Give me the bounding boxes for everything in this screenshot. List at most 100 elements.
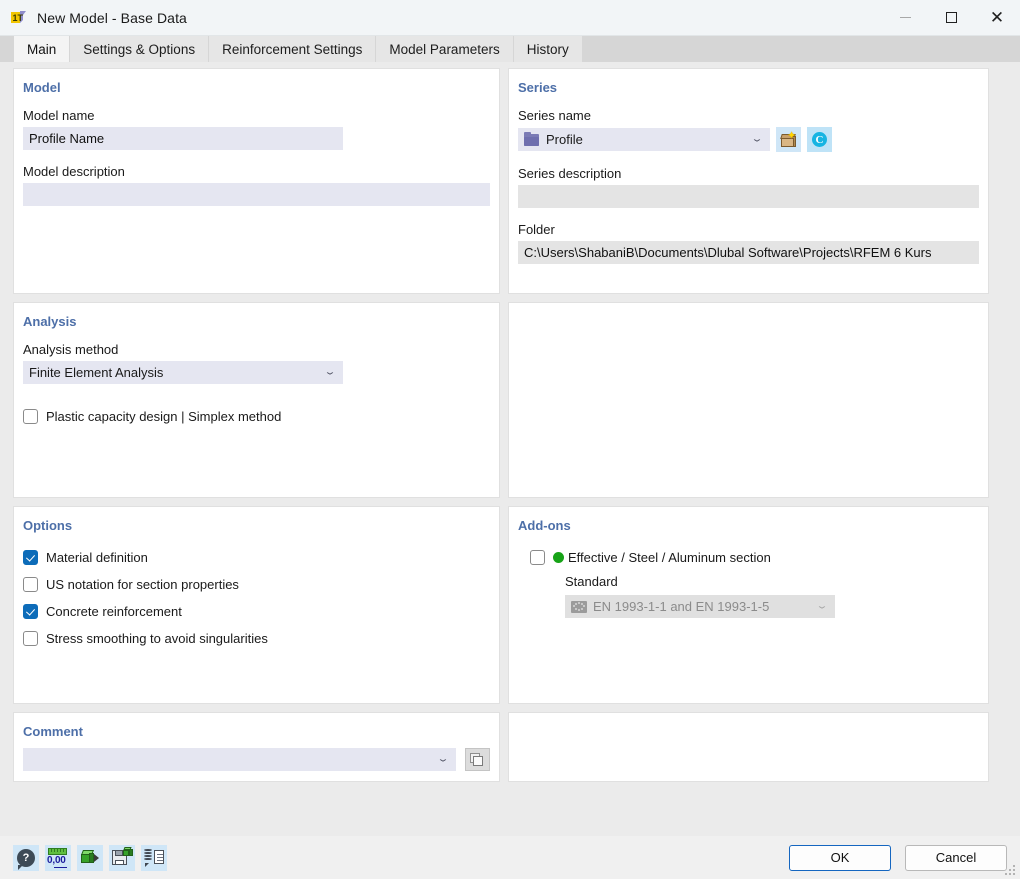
plastic-capacity-checkbox[interactable]: [23, 409, 38, 424]
series-panel: Series Series name Profile ⌄ ✦: [508, 68, 989, 294]
comment-copy-button[interactable]: [465, 748, 490, 771]
option-material-definition-row[interactable]: Material definition: [23, 546, 490, 568]
analysis-method-value: Finite Element Analysis: [29, 365, 163, 380]
analysis-panel: Analysis Analysis method Finite Element …: [13, 302, 500, 498]
options-panel: Options Material definition US notation …: [13, 506, 500, 704]
spacer: [518, 152, 979, 166]
dialog-buttons: OK Cancel: [789, 845, 1007, 871]
addon-effective-section-checkbox[interactable]: [530, 550, 545, 565]
svg-text:1T: 1T: [13, 13, 24, 23]
dialog-window: 1T New Model - Base Data ✕ Main Settings…: [0, 0, 1020, 879]
history-doc-icon: [144, 848, 164, 867]
empty-panel: [508, 302, 989, 498]
copy-stack-icon: [470, 753, 485, 767]
series-name-row: Profile ⌄ ✦ C: [518, 127, 979, 152]
tab-reinforcement-settings[interactable]: Reinforcement Settings: [209, 36, 376, 62]
comment-panel: Comment ⌄: [13, 712, 500, 782]
addon-effective-section-row[interactable]: Effective / Steel / Aluminum section: [518, 546, 979, 568]
minimize-icon[interactable]: [882, 0, 928, 36]
option-stress-smoothing-row[interactable]: Stress smoothing to avoid singularities: [23, 627, 490, 649]
ok-button[interactable]: OK: [789, 845, 891, 871]
model-panel: Model Model name Profile Name Model desc…: [13, 68, 500, 294]
folder-value: C:\Users\ShabaniB\Documents\Dlubal Softw…: [524, 245, 932, 260]
tab-history[interactable]: History: [514, 36, 583, 62]
model-description-label: Model description: [23, 164, 490, 179]
chevron-down-icon: ⌄: [436, 755, 454, 764]
resize-grip[interactable]: [1005, 865, 1017, 877]
series-description-input[interactable]: [518, 185, 979, 208]
box-star-icon: ✦: [780, 132, 797, 148]
addon-effective-section-label: Effective / Steel / Aluminum section: [568, 550, 771, 565]
help-button[interactable]: ?: [13, 845, 39, 871]
tab-model-parameters[interactable]: Model Parameters: [376, 36, 513, 62]
dlubal-1t-icon: 1T: [10, 9, 28, 27]
units-button[interactable]: 0,00: [45, 845, 71, 871]
option-material-definition-checkbox[interactable]: [23, 550, 38, 565]
series-name-select[interactable]: Profile ⌄: [518, 128, 770, 151]
addons-panel-title: Add-ons: [518, 518, 979, 533]
standard-value: EN 1993-1-1 and EN 1993-1-5: [593, 599, 769, 614]
option-concrete-reinforcement-checkbox[interactable]: [23, 604, 38, 619]
window-title: New Model - Base Data: [37, 10, 187, 26]
comment-input[interactable]: ⌄: [23, 748, 456, 771]
folder-icon: [524, 134, 539, 146]
comment-row: ⌄: [23, 748, 490, 771]
option-us-notation-row[interactable]: US notation for section properties: [23, 573, 490, 595]
addons-panel: Add-ons Effective / Steel / Aluminum sec…: [508, 506, 989, 704]
chevron-down-icon: ⌄: [323, 368, 341, 377]
model-name-value: Profile Name: [29, 131, 104, 146]
green-cube-badge-icon: [123, 847, 135, 858]
plastic-capacity-label: Plastic capacity design | Simplex method: [46, 409, 281, 424]
save-defaults-button[interactable]: [109, 845, 135, 871]
toolbar: ? 0,00: [13, 845, 167, 871]
tab-label: Settings & Options: [83, 42, 195, 57]
export-model-button[interactable]: [77, 845, 103, 871]
tab-strip: Main Settings & Options Reinforcement Se…: [0, 36, 1020, 62]
folder-label: Folder: [518, 222, 979, 237]
maximize-icon[interactable]: [928, 0, 974, 36]
dialog-content: Model Model name Profile Name Model desc…: [0, 62, 1020, 836]
model-name-input[interactable]: Profile Name: [23, 127, 343, 150]
title-bar: 1T New Model - Base Data ✕: [0, 0, 1020, 36]
model-name-label: Model name: [23, 108, 490, 123]
options-panel-title: Options: [23, 518, 490, 533]
option-stress-smoothing-checkbox[interactable]: [23, 631, 38, 646]
standard-label: Standard: [518, 574, 979, 589]
option-label: Material definition: [46, 550, 148, 565]
spacer: [518, 208, 979, 222]
series-panel-title: Series: [518, 80, 979, 95]
bottom-bar: ? 0,00: [0, 836, 1020, 879]
series-name-label: Series name: [518, 108, 979, 123]
plastic-capacity-checkbox-row[interactable]: Plastic capacity design | Simplex method: [23, 405, 490, 427]
cyan-c-icon: C: [812, 132, 827, 147]
tab-settings-options[interactable]: Settings & Options: [70, 36, 209, 62]
tab-label: Reinforcement Settings: [222, 42, 362, 57]
export-model-icon: [80, 849, 100, 867]
option-concrete-reinforcement-row[interactable]: Concrete reinforcement: [23, 600, 490, 622]
tab-label: Model Parameters: [389, 42, 499, 57]
history-button[interactable]: [141, 845, 167, 871]
option-label: Concrete reinforcement: [46, 604, 182, 619]
new-series-button[interactable]: ✦: [776, 127, 801, 152]
model-panel-title: Model: [23, 80, 490, 95]
cancel-button[interactable]: Cancel: [905, 845, 1007, 871]
spacer: [23, 384, 490, 405]
chevron-down-icon: ⌄: [750, 135, 768, 144]
chevron-down-icon: ⌄: [815, 602, 833, 611]
series-clipboard-button[interactable]: C: [807, 127, 832, 152]
ok-button-label: OK: [831, 850, 850, 865]
folder-input[interactable]: C:\Users\ShabaniB\Documents\Dlubal Softw…: [518, 241, 979, 264]
tab-main[interactable]: Main: [14, 36, 70, 62]
option-label: US notation for section properties: [46, 577, 239, 592]
series-name-value: Profile: [546, 132, 583, 147]
right-column: Series Series name Profile ⌄ ✦: [508, 68, 989, 836]
close-icon[interactable]: ✕: [974, 0, 1020, 36]
eu-flag-icon: [571, 601, 587, 613]
help-icon: ?: [17, 849, 35, 867]
analysis-method-select[interactable]: Finite Element Analysis ⌄: [23, 361, 343, 384]
status-dot-icon: [553, 552, 564, 563]
window-controls: ✕: [882, 0, 1020, 36]
model-description-input[interactable]: [23, 183, 490, 206]
option-us-notation-checkbox[interactable]: [23, 577, 38, 592]
standard-select[interactable]: EN 1993-1-1 and EN 1993-1-5 ⌄: [565, 595, 835, 618]
